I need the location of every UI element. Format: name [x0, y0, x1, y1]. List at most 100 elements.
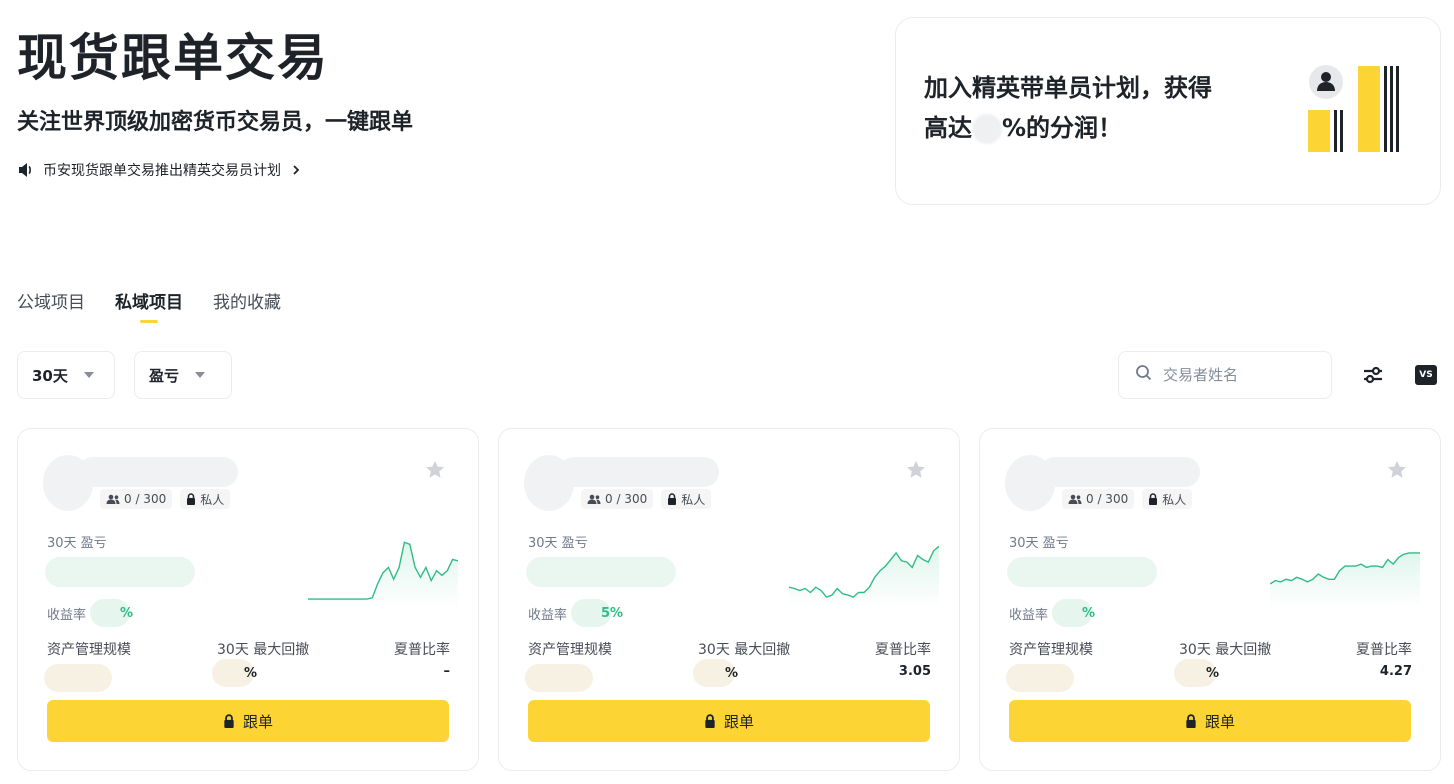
- followers-badge: 0 / 300: [100, 489, 173, 509]
- aum-value: [44, 664, 112, 692]
- pnl-sparkline: [789, 545, 939, 609]
- copy-trade-label: 跟单: [1204, 712, 1235, 731]
- followers-count: 0 / 300: [124, 492, 167, 506]
- mdd-label: 30天 最大回撤: [698, 642, 791, 658]
- copy-trade-button[interactable]: 跟单: [528, 700, 930, 742]
- pnl-value: [45, 557, 195, 587]
- search-icon: [1135, 364, 1153, 386]
- pnl-value: [526, 557, 676, 587]
- filter-settings-button[interactable]: [1361, 363, 1385, 387]
- trader-badges: 0 / 300 私人: [1062, 489, 1193, 509]
- privacy-label: 私人: [681, 492, 706, 507]
- mdd-label: 30天 最大回撤: [1179, 642, 1272, 658]
- users-icon: [1068, 494, 1082, 504]
- pnl-label: 30天 盈亏: [528, 536, 588, 551]
- privacy-badge: 私人: [1142, 489, 1193, 509]
- pnl-value: [1007, 557, 1157, 587]
- roi-row: 收益率 5%: [528, 599, 623, 627]
- users-icon: [587, 494, 601, 504]
- search-input[interactable]: [1163, 366, 1313, 384]
- sharpe-value: –: [443, 664, 451, 679]
- trader-badges: 0 / 300 私人: [581, 489, 712, 509]
- trader-card[interactable]: 0 / 300 私人 30天 盈亏 收益率 % 资产管理规模 30天 最大回撤 …: [17, 428, 479, 771]
- followers-count: 0 / 300: [1086, 492, 1129, 506]
- pnl-sparkline: [308, 541, 458, 609]
- tab-favorites[interactable]: 我的收藏: [213, 288, 281, 323]
- vs-icon: VS: [1415, 365, 1437, 385]
- mdd-value: %: [693, 659, 738, 687]
- tab-public[interactable]: 公域项目: [17, 288, 85, 323]
- lock-icon: [705, 714, 715, 728]
- promo-line-1: 加入精英带单员计划，获得: [924, 74, 1212, 102]
- mdd-label: 30天 最大回撤: [217, 642, 310, 658]
- sort-value: 盈亏: [149, 366, 180, 385]
- star-icon[interactable]: [1386, 459, 1408, 481]
- roi-value: %: [1082, 605, 1096, 621]
- sliders-icon: [1364, 366, 1382, 384]
- caret-down-icon: [195, 372, 206, 378]
- trader-badges: 0 / 300 私人: [100, 489, 231, 509]
- chevron-right-icon: [289, 163, 303, 177]
- roi-label: 收益率: [47, 607, 87, 623]
- star-icon[interactable]: [424, 459, 446, 481]
- sharpe-label: 夏普比率: [875, 642, 931, 658]
- copy-trade-label: 跟单: [723, 712, 754, 731]
- trader-name: [78, 457, 238, 487]
- lock-icon: [1149, 493, 1158, 505]
- page-subtitle: 关注世界顶级加密货币交易员，一键跟单: [17, 110, 414, 135]
- copy-trade-label: 跟单: [242, 712, 273, 731]
- copy-trade-button[interactable]: 跟单: [1009, 700, 1411, 742]
- lock-icon: [224, 714, 234, 728]
- privacy-label: 私人: [1162, 492, 1187, 507]
- lock-icon: [1186, 714, 1196, 728]
- users-icon: [106, 494, 120, 504]
- roi-row: 收益率 %: [47, 599, 133, 627]
- lock-icon: [668, 493, 677, 505]
- aum-label: 资产管理规模: [47, 642, 131, 658]
- roi-row: 收益率 %: [1009, 599, 1095, 627]
- aum-label: 资产管理规模: [528, 642, 612, 658]
- trader-name: [559, 457, 719, 487]
- promo-illustration-icon: [1308, 65, 1399, 152]
- promo-text: 加入精英带单员计划，获得 高达 %的分润！: [924, 68, 1212, 148]
- privacy-badge: 私人: [180, 489, 231, 509]
- trader-card[interactable]: 0 / 300 私人 30天 盈亏 收益率 5% 资产管理规模 30天 最大回撤…: [498, 428, 960, 771]
- sharpe-value: 3.05: [898, 664, 931, 679]
- elite-program-banner[interactable]: 加入精英带单员计划，获得 高达 %的分润！: [895, 17, 1441, 205]
- pnl-label: 30天 盈亏: [47, 536, 107, 551]
- roi-value: %: [120, 605, 134, 621]
- mdd-value: %: [212, 659, 257, 687]
- announcement-text: 币安现货跟单交易推出精英交易员计划: [43, 163, 281, 179]
- trader-card[interactable]: 0 / 300 私人 30天 盈亏 收益率 % 资产管理规模 30天 最大回撤 …: [979, 428, 1441, 771]
- period-value: 30天: [32, 366, 68, 385]
- roi-label: 收益率: [528, 607, 568, 623]
- project-tabs: 公域项目 私域项目 我的收藏: [17, 288, 281, 323]
- followers-badge: 0 / 300: [1062, 489, 1135, 509]
- aum-value: [525, 664, 593, 692]
- copy-trade-button[interactable]: 跟单: [47, 700, 449, 742]
- trader-name: [1040, 457, 1200, 487]
- aum-label: 资产管理规模: [1009, 642, 1093, 658]
- roi-label: 收益率: [1009, 607, 1049, 623]
- page-title: 现货跟单交易: [17, 29, 329, 87]
- period-select[interactable]: 30天: [17, 351, 115, 399]
- sort-select[interactable]: 盈亏: [134, 351, 232, 399]
- privacy-badge: 私人: [661, 489, 712, 509]
- trader-search[interactable]: [1118, 351, 1332, 399]
- pnl-sparkline: [1270, 552, 1420, 609]
- star-icon[interactable]: [905, 459, 927, 481]
- pnl-label: 30天 盈亏: [1009, 536, 1069, 551]
- privacy-label: 私人: [200, 492, 225, 507]
- compare-vs-button[interactable]: VS: [1414, 363, 1438, 387]
- sparkline-area: [1270, 552, 1420, 609]
- aum-value: [1006, 664, 1074, 692]
- mdd-value: %: [1174, 659, 1219, 687]
- tab-private[interactable]: 私域项目: [115, 288, 183, 323]
- caret-down-icon: [83, 372, 94, 378]
- lock-icon: [187, 493, 196, 505]
- speaker-icon: [17, 162, 35, 178]
- followers-badge: 0 / 300: [581, 489, 654, 509]
- promo-line-2: 高达 %的分润！: [924, 114, 1123, 144]
- announcement-link[interactable]: 币安现货跟单交易推出精英交易员计划: [17, 160, 303, 180]
- followers-count: 0 / 300: [605, 492, 648, 506]
